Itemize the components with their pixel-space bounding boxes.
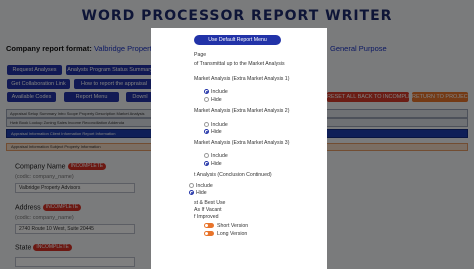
ma-conclusion-include-label: Include <box>196 183 213 189</box>
ma3-include-radio[interactable] <box>204 153 209 158</box>
ma2-hide-label: Hide <box>211 129 222 135</box>
ma-conclusion-hide-label: Hide <box>196 190 207 196</box>
ma3-heading: Market Analysis (Extra Market Analysis 3… <box>194 140 290 146</box>
hbu-vacant-label: As If Vacant <box>194 207 222 213</box>
ma1-include-radio[interactable] <box>204 89 209 94</box>
short-version-label: Short Version <box>217 223 249 229</box>
use-default-report-menu-button[interactable]: Use Default Report Menu <box>194 35 281 45</box>
ma-conclusion-heading: t Analysis (Conclusion Continued) <box>194 172 272 178</box>
ma3-hide-radio[interactable] <box>204 161 209 166</box>
report-menu-modal: Use Default Report Menu Page of Transmit… <box>151 28 327 269</box>
ma1-heading: Market Analysis (Extra Market Analysis 1… <box>194 76 290 82</box>
ma2-include-radio[interactable] <box>204 122 209 127</box>
ma2-hide-radio[interactable] <box>204 129 209 134</box>
ma3-hide-label: Hide <box>211 161 222 167</box>
ma1-include-label: Include <box>211 89 228 95</box>
short-version-toggle[interactable] <box>204 223 214 228</box>
ma2-heading: Market Analysis (Extra Market Analysis 2… <box>194 108 290 114</box>
long-version-label: Long Version <box>217 231 248 237</box>
modal-transmittal-label: of Transmittal up to the Market Analysis <box>194 61 285 67</box>
hbu-heading: st & Best Use <box>194 200 226 206</box>
long-version-toggle[interactable] <box>204 231 214 236</box>
ma2-include-label: Include <box>211 122 228 128</box>
ma1-hide-radio[interactable] <box>204 97 209 102</box>
ma3-include-label: Include <box>211 153 228 159</box>
ma-conclusion-hide-radio[interactable] <box>189 190 194 195</box>
ma-conclusion-include-radio[interactable] <box>189 183 194 188</box>
modal-page-label: Page <box>194 52 207 58</box>
hbu-improved-label: f Improved <box>194 214 219 220</box>
ma1-hide-label: Hide <box>211 97 222 103</box>
